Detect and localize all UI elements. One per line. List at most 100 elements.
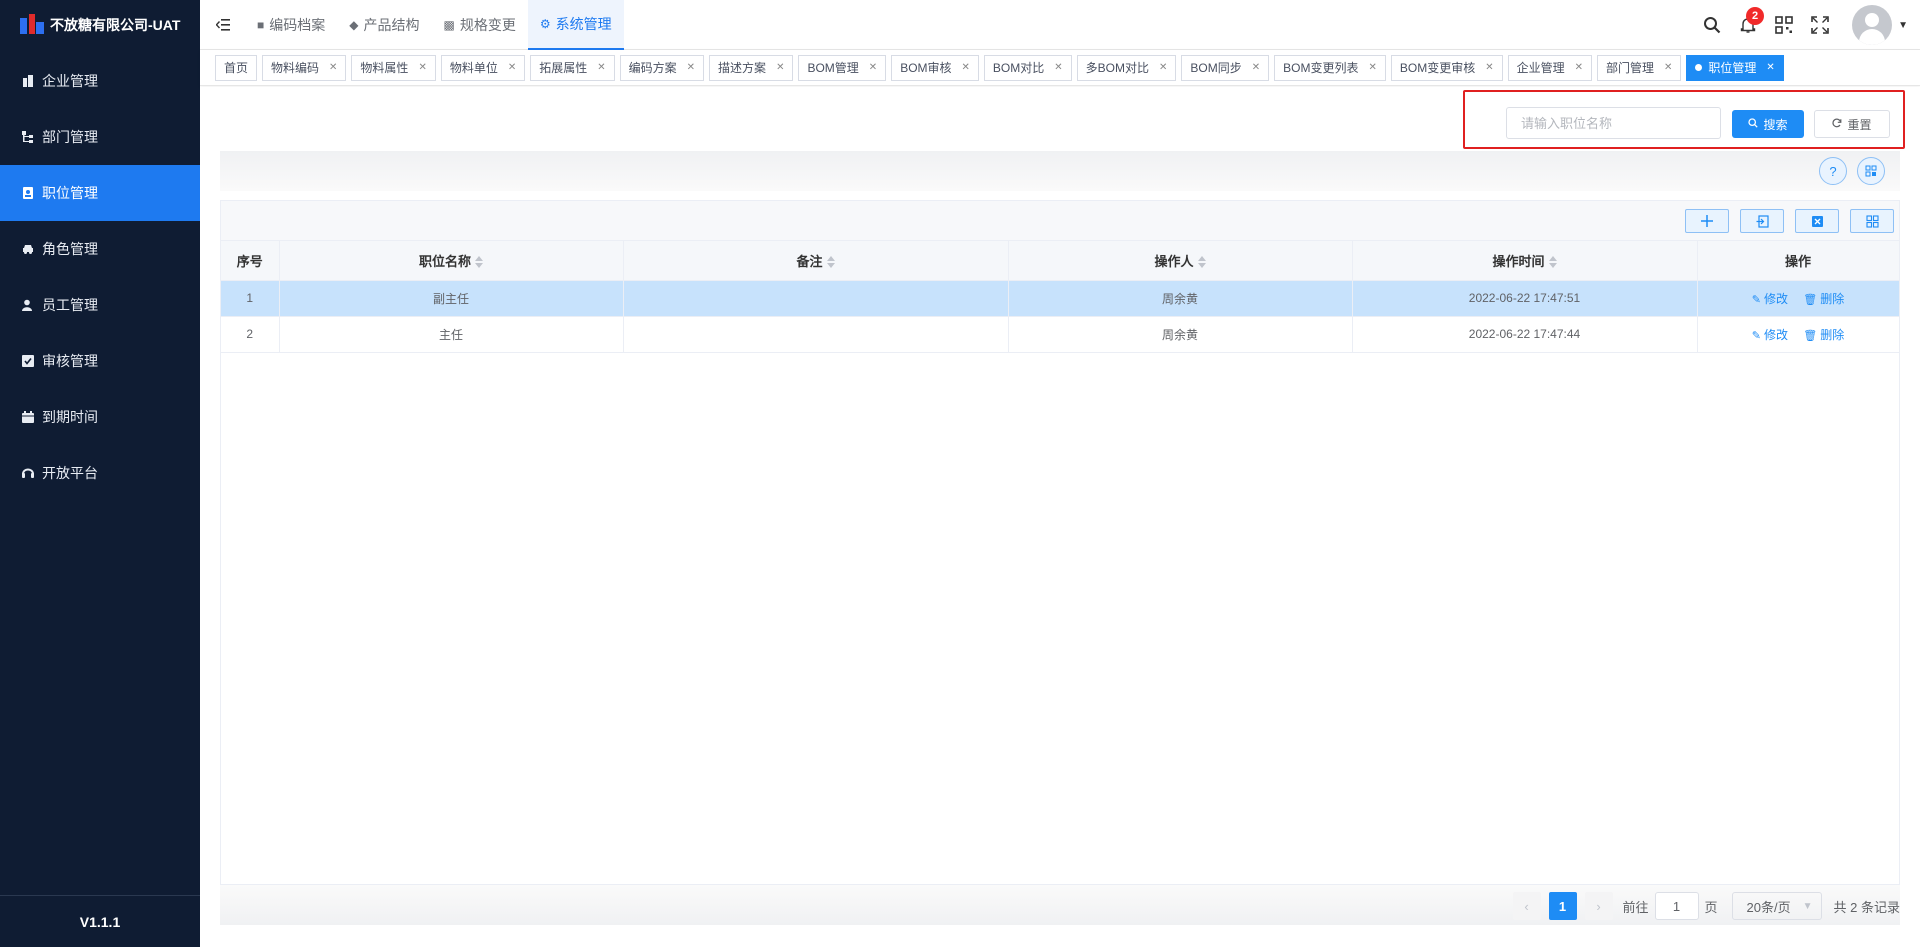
avatar[interactable] [1852,5,1893,45]
gear-icon: ⚙ [539,16,551,31]
page-number-button[interactable]: 1 [1548,892,1577,920]
help-icon[interactable]: ? [1819,157,1847,185]
close-icon[interactable]: ✕ [687,62,695,73]
goto-page-input[interactable] [1654,892,1699,920]
sidebar-item-department[interactable]: 部门管理 [0,109,200,165]
notification-badge: 2 [1746,7,1765,25]
import-button[interactable] [1740,209,1784,233]
topnav-system-management[interactable]: ⚙ 系统管理 [527,0,624,50]
tab-material-code[interactable]: 物料编码 ✕ [262,54,347,81]
tab-bom-change-list[interactable]: BOM变更列表 ✕ [1274,54,1386,81]
data-table: 序号 职位名称 备注 操作人 操作时间 操作 1 副主任 周余黄 2022-06… [221,241,1900,353]
edit-button[interactable]: ✎ 修改 [1752,328,1788,342]
page-size-select[interactable]: 20条/页 ▼ [1731,892,1822,920]
tab-bom-compare[interactable]: BOM对比 ✕ [983,54,1072,81]
tab-material-unit[interactable]: 物料单位 ✕ [440,54,526,81]
topnav-code-archive[interactable]: ■ 编码档案 [245,0,337,50]
prev-page-button[interactable]: ‹ [1512,892,1541,920]
badge-icon [23,187,33,199]
header-actions: 2 ▼ [1694,0,1920,50]
qrcode-icon[interactable] [1766,16,1802,34]
sort-icon[interactable] [475,256,483,269]
tab-bom-change-audit[interactable]: BOM变更审核 ✕ [1390,54,1503,81]
cell-actions: ✎ 修改 🗑 删除 [1697,280,1900,317]
fullscreen-icon[interactable] [1802,16,1838,34]
notification-bell-icon[interactable]: 2 [1730,7,1766,34]
sidebar-item-expiry[interactable]: 到期时间 [0,389,200,445]
column-header-remark[interactable]: 备注 [623,241,1009,281]
close-icon[interactable]: ✕ [869,62,877,73]
sidebar-item-staff[interactable]: 员工管理 [0,277,200,333]
close-icon[interactable]: ✕ [1368,62,1376,73]
tab-home[interactable]: 首页 [215,54,258,81]
excel-icon [1811,215,1823,227]
active-dot-icon [1695,64,1703,71]
tab-material-attribute[interactable]: 物料属性 ✕ [351,54,436,81]
edit-button[interactable]: ✎ 修改 [1752,292,1788,306]
reset-button[interactable]: 重置 [1814,110,1890,138]
building-icon [23,75,33,87]
column-header-operator[interactable]: 操作人 [1008,241,1353,281]
tab-position-management[interactable]: 职位管理 ✕ [1686,54,1784,81]
close-icon[interactable]: ✕ [1575,62,1583,73]
folder-icon: ■ [257,17,265,32]
sidebar-item-open-platform[interactable]: 开放平台 [0,445,200,501]
tab-extended-attribute[interactable]: 拓展属性 ✕ [530,54,615,81]
check-icon [22,355,34,367]
tab-coding-scheme[interactable]: 编码方案 ✕ [619,54,705,81]
top-nav: ■ 编码档案 ◆ 产品结构 ▩ 规格变更 ⚙ 系统管理 [245,0,624,50]
search-button[interactable]: 搜索 [1732,110,1804,138]
close-icon[interactable]: ✕ [1252,62,1260,73]
close-icon[interactable]: ✕ [1766,62,1774,73]
chevron-down-icon: ▼ [1802,900,1813,912]
position-name-input[interactable] [1506,107,1721,139]
close-icon[interactable]: ✕ [962,62,970,73]
next-page-button[interactable]: › [1584,892,1613,920]
close-icon[interactable]: ✕ [776,62,784,73]
table-header-row: 序号 职位名称 备注 操作人 操作时间 操作 [221,241,1900,281]
qrcode-icon[interactable] [1857,157,1885,185]
cell-operator: 周余黄 [1008,280,1353,317]
collapse-menu-icon[interactable] [200,18,245,31]
tab-department-management[interactable]: 部门管理 ✕ [1597,54,1682,81]
sidebar-item-enterprise[interactable]: 企业管理 [0,53,200,109]
sidebar-item-role[interactable]: 角色管理 [0,221,200,277]
search-icon[interactable] [1694,16,1730,34]
delete-button[interactable]: 🗑 删除 [1803,328,1844,342]
close-icon[interactable]: ✕ [1664,62,1672,73]
tab-bom-management[interactable]: BOM管理 ✕ [798,54,887,81]
topnav-product-structure[interactable]: ◆ 产品结构 [337,0,431,50]
column-header-time[interactable]: 操作时间 [1352,241,1698,281]
table-row[interactable]: 2 主任 周余黄 2022-06-22 17:47:44 ✎ 修改 🗑 删除 [221,316,1900,353]
close-icon[interactable]: ✕ [508,62,516,73]
tab-multi-bom-compare[interactable]: 多BOM对比 ✕ [1076,54,1177,81]
column-settings-button[interactable] [1850,209,1894,233]
close-icon[interactable]: ✕ [329,62,337,73]
sidebar-menu: 企业管理 部门管理 职位管理 角色管理 员工管理 审核管理 到期时间 开放平台 [0,53,200,501]
sidebar-item-audit[interactable]: 审核管理 [0,333,200,389]
cell-remark [623,280,1009,317]
add-button[interactable] [1685,209,1729,233]
sort-icon[interactable] [1548,256,1557,269]
tab-description-scheme[interactable]: 描述方案 ✕ [709,54,794,81]
sort-icon[interactable] [826,256,835,269]
close-icon[interactable]: ✕ [1054,62,1062,73]
tab-bom-audit[interactable]: BOM审核 ✕ [891,54,979,81]
close-icon[interactable]: ✕ [597,62,605,73]
goto-prefix: 前往 [1622,899,1649,915]
close-icon[interactable]: ✕ [418,62,426,73]
close-icon[interactable]: ✕ [1159,62,1167,73]
topnav-spec-change[interactable]: ▩ 规格变更 [431,0,527,50]
tab-enterprise-management[interactable]: 企业管理 ✕ [1507,54,1592,81]
table-row[interactable]: 1 副主任 周余黄 2022-06-22 17:47:51 ✎ 修改 🗑 删除 [221,280,1900,317]
export-excel-button[interactable] [1795,209,1839,233]
delete-button[interactable]: 🗑 删除 [1803,292,1844,306]
column-header-name[interactable]: 职位名称 [279,241,624,281]
chevron-down-icon[interactable]: ▼ [1898,20,1908,31]
tab-bom-sync[interactable]: BOM同步 ✕ [1181,54,1270,81]
close-icon[interactable]: ✕ [1485,62,1493,73]
headset-icon [22,468,34,478]
sidebar-item-position[interactable]: 职位管理 [0,165,200,221]
sort-icon[interactable] [1197,256,1206,269]
edit-icon: ✎ [1751,293,1761,306]
